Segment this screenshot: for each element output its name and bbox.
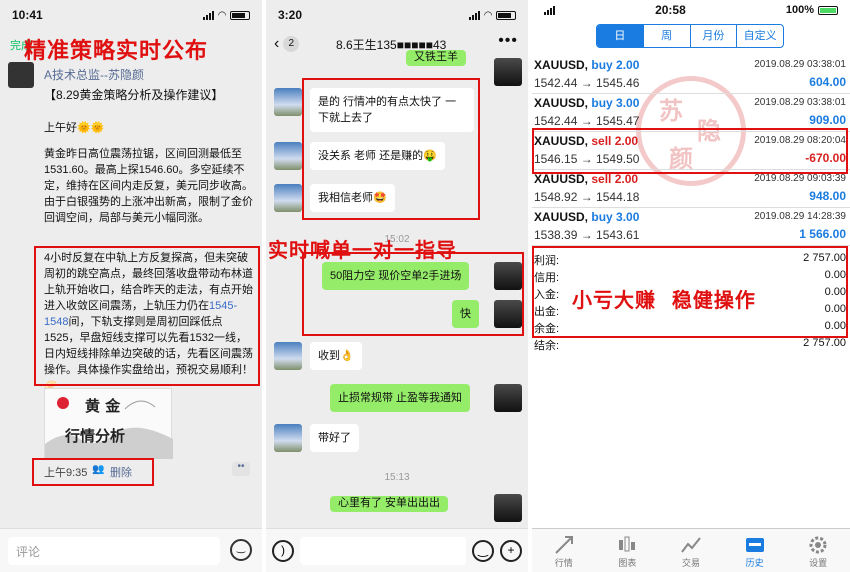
plus-icon[interactable]: + <box>500 540 522 562</box>
chat-message: 又铁王羊 <box>406 50 466 66</box>
avatar[interactable] <box>274 88 302 116</box>
post-subtitle: 【8.29黄金策略分析及操作建议】 <box>44 88 224 102</box>
avatar[interactable] <box>494 58 522 86</box>
avatar[interactable] <box>274 342 302 370</box>
avatar[interactable] <box>8 62 34 88</box>
avatar[interactable] <box>274 424 302 452</box>
post-card: A技术总监--苏隐颜 【8.29黄金策略分析及操作建议】 <box>8 62 254 102</box>
gear-icon <box>809 536 827 554</box>
tab-history[interactable]: 历史 <box>723 529 787 572</box>
avatar[interactable] <box>274 142 302 170</box>
quotes-icon <box>555 536 573 554</box>
seg-week[interactable]: 周 <box>642 25 690 47</box>
signal-icon <box>544 5 555 15</box>
overlay-title: 精准策略实时公布 <box>24 38 209 64</box>
highlight-box-chat-mid <box>302 252 524 336</box>
emoji-button[interactable]: ‿ <box>472 540 494 562</box>
trade-row[interactable]: XAUUSD, buy 2.00 2019.08.29 03:38:01 154… <box>532 56 850 94</box>
timestamp: 15:13 <box>384 472 410 483</box>
more-menu-button[interactable]: ••• <box>498 32 518 50</box>
status-bar: 3:20 ◠ <box>266 0 528 30</box>
screenshot-collage: 10:41 ◠ 完成 精准策略实时公布 A技术总监--苏隐颜 【8.29黄金策略… <box>0 0 850 572</box>
status-bar: 20:58 100% <box>532 0 850 20</box>
highlight-box-chat-top <box>302 78 480 220</box>
bottom-tab-bar: 行情 图表 交易 历史 设置 <box>532 528 850 572</box>
status-time: 20:58 <box>655 3 686 17</box>
chat-panel: 3:20 ◠ ‹ 2 8.6王生135■■■■■43 ••• 又铁王羊 是的 行… <box>266 0 528 572</box>
seg-month[interactable]: 月份 <box>689 25 737 47</box>
back-button[interactable]: ‹ <box>274 35 279 53</box>
candlestick-icon <box>619 536 636 552</box>
tab-chart[interactable]: 图表 <box>596 529 660 572</box>
overlay-bottom: 小亏大赚 稳健操作 <box>572 288 756 312</box>
chat-message: 心里有了 安单出出出 <box>330 496 449 512</box>
status-bar: 10:41 ◠ <box>0 0 262 30</box>
poster-image[interactable]: 黄 金 行情分析 <box>44 388 173 459</box>
moments-panel: 10:41 ◠ 完成 精准策略实时公布 A技术总监--苏隐颜 【8.29黄金策略… <box>0 0 262 572</box>
battery-icon <box>496 10 516 20</box>
highlight-box-analysis <box>34 246 260 386</box>
status-time: 3:20 <box>278 8 303 22</box>
chat-message: 带好了 <box>310 424 359 452</box>
comment-bar: 评论 ‿ <box>0 528 262 572</box>
trade-history-panel: 20:58 100% 日 周 月份 自定义 苏 隐 颜 XAUUSD, buy … <box>532 0 850 572</box>
wifi-icon: ◠ <box>218 9 226 21</box>
battery-icon <box>230 10 250 20</box>
paragraph-1: 黄金昨日高位震荡拉锯，区间回测最低至1531.60。最高上探1546.60。多空… <box>44 148 253 224</box>
tab-settings[interactable]: 设置 <box>786 529 850 572</box>
highlight-box-time <box>32 458 154 486</box>
comment-input[interactable]: 评论 <box>8 537 220 565</box>
history-icon <box>745 538 764 552</box>
seg-custom[interactable]: 自定义 <box>736 25 783 47</box>
more-actions-button[interactable]: •• <box>232 462 250 476</box>
signal-icon <box>203 10 215 20</box>
avatar[interactable] <box>274 184 302 212</box>
battery-percent: 100% <box>785 4 814 16</box>
status-time: 10:41 <box>12 8 43 22</box>
trade-row[interactable]: XAUUSD, buy 3.00 2019.08.29 03:38:01 154… <box>532 94 850 132</box>
highlight-box-loss-trade <box>532 128 848 174</box>
seg-day[interactable]: 日 <box>597 25 643 47</box>
tab-trade[interactable]: 交易 <box>659 529 723 572</box>
chat-message: 止损常规带 止盈等我通知 <box>330 384 471 412</box>
chat-input-bar: ) ‿ + <box>266 528 528 572</box>
trade-row[interactable]: XAUUSD, sell 2.00 2019.08.29 09:03:39 15… <box>532 170 850 208</box>
unread-badge: 2 <box>283 36 300 52</box>
trade-icon <box>681 537 701 553</box>
chat-header: ‹ 2 8.6王生135■■■■■43 ••• <box>266 30 528 58</box>
voice-icon[interactable]: ) <box>272 540 294 562</box>
chat-input[interactable] <box>300 537 466 565</box>
avatar[interactable] <box>494 384 522 412</box>
wifi-icon: ◠ <box>484 9 492 21</box>
chat-message: 收到👌 <box>310 342 362 370</box>
trade-row[interactable]: XAUUSD, buy 3.00 2019.08.29 14:28:39 153… <box>532 208 850 246</box>
signal-icon <box>469 10 481 20</box>
period-segmented-control: 日 周 月份 自定义 <box>596 24 784 48</box>
emoji-button[interactable]: ‿ <box>230 539 252 561</box>
tab-quotes[interactable]: 行情 <box>532 529 596 572</box>
avatar[interactable] <box>494 494 522 522</box>
greeting: 上午好🌞🌞 <box>44 122 105 134</box>
battery-icon <box>818 5 838 15</box>
author-name[interactable]: A技术总监--苏隐颜 <box>44 66 144 83</box>
